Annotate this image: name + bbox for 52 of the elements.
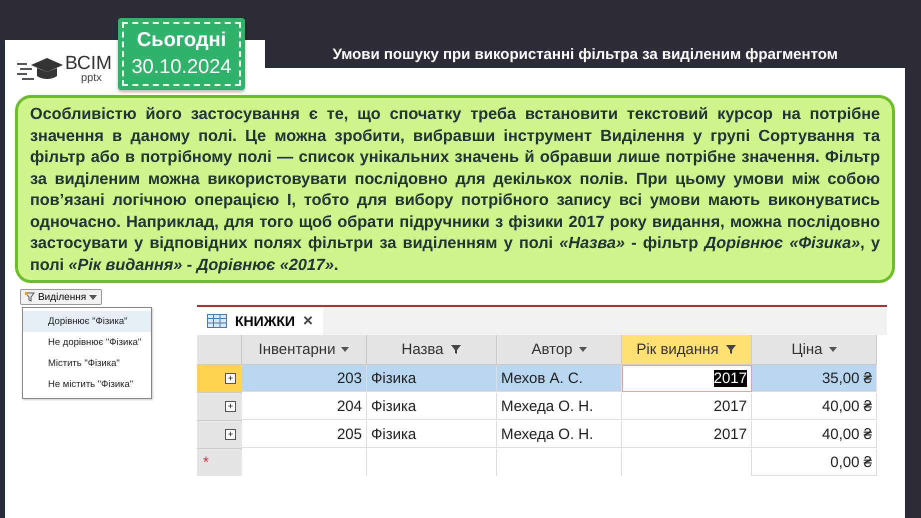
table-cell: 40,00 ₴ — [752, 393, 877, 420]
logo-subtext: pptx — [80, 73, 103, 84]
row-selector[interactable]: + — [197, 421, 242, 449]
table-cell: 0,00 ₴ — [752, 449, 877, 476]
row-selector[interactable]: + — [197, 365, 242, 393]
paragraph: Особливістю його застосування є те, що спочатку треба встановити текстовий курсор на потрібне значення в даному полі. Це можна зробити, вибравши інструмент Виділення у групі Сортування та фільтр або в потрібному полі — список унікальних значень й обравши лише потрібне значення. Фільтр за виділеним можна використовувати послідовно для декількох полів. При цьому умови між собою пов’язані логічною операцією І, тобто для вибору потрібного запису всі умови мають виконуватись одночасно. Наприклад, для того щоб обрати підручники з фізики 2017 року видання, можна послідовно застосувати у відповідних полях фільтри за виділенням у полі «Назва» - фільтр Дорівнює «Фізика», у полі «Рік видання» - Дорівнює «2017». — [30, 105, 880, 274]
table-cell: Фізика — [367, 365, 497, 392]
tab-label: КНИЖКИ — [235, 313, 295, 329]
table-cell: 2017 — [622, 365, 752, 392]
selection-button[interactable]: Виділення — [20, 289, 102, 305]
expand-button[interactable]: + — [225, 373, 236, 384]
graduation-cap-icon — [17, 55, 63, 83]
slide-title: Умови пошуку при використанні фільтра за виділеним фрагментом — [265, 40, 905, 68]
badge-date: 30.10.2024 — [131, 56, 232, 79]
table-cell: Мехеда О. Н. — [497, 393, 622, 420]
caret-icon[interactable] — [578, 347, 587, 352]
badge-label: Сьогодні — [136, 29, 226, 52]
table-cell: 2017 — [622, 393, 752, 420]
row-selector[interactable]: + — [197, 393, 242, 421]
header-corner — [197, 335, 242, 365]
table-cell: 205 — [242, 421, 367, 448]
table-cell: 40,00 ₴ — [752, 421, 877, 448]
expand-button[interactable]: + — [225, 429, 236, 440]
expand-button[interactable]: + — [225, 401, 236, 412]
caret-icon[interactable] — [828, 347, 837, 352]
column-header[interactable]: Ціна — [752, 335, 877, 365]
caret-icon[interactable] — [341, 347, 350, 352]
logo-text: ВСІМ — [65, 54, 112, 73]
table-icon — [207, 314, 227, 328]
table-cell: Фізика — [367, 393, 497, 420]
menu-item[interactable]: Не дорівнює "Фізика" — [23, 332, 151, 353]
filter-icon[interactable] — [450, 344, 462, 355]
column-header[interactable]: Інвентарни — [242, 335, 367, 365]
menu-item[interactable]: Не містить "Фізика" — [23, 374, 151, 395]
caret-icon[interactable] — [89, 294, 98, 300]
close-button[interactable]: × — [302, 311, 313, 331]
table-cell: 203 — [242, 365, 367, 392]
filter-icon — [25, 292, 35, 302]
menu-item[interactable]: Містить "Фізика" — [23, 353, 151, 374]
table-cell: Мехов А. С. — [497, 365, 622, 392]
table-cell: Мехеда О. Н. — [497, 421, 622, 448]
new-record-marker: * — [197, 449, 242, 476]
column-header[interactable]: Рік видання — [622, 335, 752, 365]
table-cell: 35,00 ₴ — [752, 365, 877, 392]
table-cell: Фізика — [367, 421, 497, 448]
table-cell: 204 — [242, 393, 367, 420]
table-cell: 2017 — [622, 421, 752, 448]
column-header[interactable]: Автор — [497, 335, 622, 365]
menu-item[interactable]: Дорівнює "Фізика" — [23, 311, 151, 332]
column-header[interactable]: Назва — [367, 335, 497, 365]
filter-icon[interactable] — [724, 344, 737, 355]
table-tab[interactable]: КНИЖКИ × — [197, 307, 323, 335]
